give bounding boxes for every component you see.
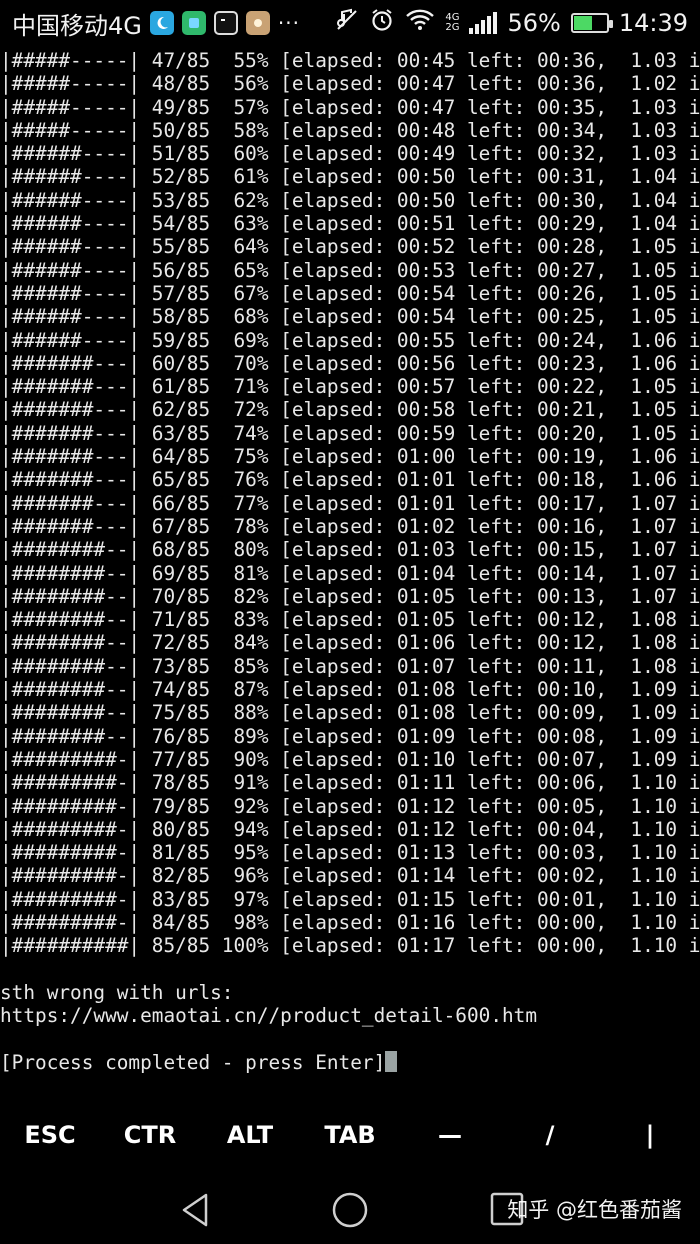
terminal-line: |######----| 57/85 67% [elapsed: 00:54 l… — [0, 281, 700, 305]
terminal-output[interactable]: |#####-----| 47/85 55% [elapsed: 00:45 l… — [0, 46, 700, 1096]
carrier-label: 中国移动4G — [12, 11, 142, 40]
terminal-line: |##########| 85/85 100% [elapsed: 01:17 … — [0, 934, 700, 958]
terminal-line: |######----| 55/85 64% [elapsed: 00:52 l… — [0, 235, 700, 259]
network-type: 4G 2G — [445, 13, 459, 33]
dash-key[interactable]: — — [400, 1096, 500, 1174]
terminal-line: |######----| 56/85 65% [elapsed: 00:53 l… — [0, 258, 700, 282]
terminal-line: |#######---| 62/85 72% [elapsed: 00:58 l… — [0, 398, 700, 422]
terminal-line: |########--| 74/85 87% [elapsed: 01:08 l… — [0, 678, 700, 702]
terminal-line: |#########-| 79/85 92% [elapsed: 01:12 l… — [0, 794, 700, 818]
moon-app-icon — [149, 11, 174, 35]
terminal-line: |######----| 59/85 69% [elapsed: 00:55 l… — [0, 328, 700, 352]
wifi-icon — [405, 8, 435, 38]
terminal-cursor — [385, 1050, 398, 1072]
status-right: 4G 2G 56% 14:39 — [335, 7, 688, 39]
terminal-line: |#####-----| 49/85 57% [elapsed: 00:47 l… — [0, 95, 700, 119]
terminal-line: |########--| 72/85 84% [elapsed: 01:06 l… — [0, 631, 700, 655]
terminal-prompt-line: [Process completed - press Enter] — [0, 1050, 700, 1074]
battery-percent: 56% — [507, 9, 561, 37]
more-notifications-indicator: ··· — [277, 11, 300, 35]
phone-screen: 中国移动4G ··· 4G 2G 56% 14:39 |#####-----| … — [0, 0, 700, 1244]
terminal-line: |########--| 73/85 85% [elapsed: 01:07 l… — [0, 654, 700, 678]
mute-icon — [335, 8, 359, 38]
terminal-line: https://www.emaotai.cn//product_detail-6… — [0, 1004, 538, 1028]
terminal-line: |######----| 52/85 61% [elapsed: 00:50 l… — [0, 165, 700, 189]
battery-level-fill — [573, 16, 592, 30]
battery-icon — [570, 13, 613, 33]
gallery-app-icon — [245, 11, 270, 35]
terminal-line: sth wrong with urls: — [0, 980, 234, 1004]
clock: 14:39 — [618, 9, 688, 37]
terminal-line: |#########-| 80/85 94% [elapsed: 01:12 l… — [0, 817, 700, 841]
slash-key[interactable]: / — [500, 1096, 600, 1174]
process-completed-prompt: [Process completed - press Enter] — [0, 1050, 386, 1074]
terminal-line: |#########-| 78/85 91% [elapsed: 01:11 l… — [0, 771, 700, 795]
ctrl-key[interactable]: CTR — [100, 1096, 200, 1174]
status-bar: 中国移动4G ··· 4G 2G 56% 14:39 — [0, 0, 700, 46]
status-left: 中国移动4G ··· — [12, 6, 300, 41]
terminal-line: |#####-----| 48/85 56% [elapsed: 00:47 l… — [0, 72, 700, 96]
terminal-line: |#########-| 77/85 90% [elapsed: 01:10 l… — [0, 747, 700, 771]
signal-icon — [469, 12, 498, 34]
alarm-icon — [369, 7, 395, 39]
watermark: 知乎 @红色番茄酱 — [507, 1198, 682, 1222]
terminal-line: |########--| 76/85 89% [elapsed: 01:09 l… — [0, 724, 700, 748]
network-type-bottom: 2G — [445, 22, 460, 33]
terminal-line: |#########-| 83/85 97% [elapsed: 01:15 l… — [0, 887, 700, 911]
terminal-line: |#######---| 66/85 77% [elapsed: 01:01 l… — [0, 491, 700, 515]
terminal-line: |########--| 75/85 88% [elapsed: 01:08 l… — [0, 701, 700, 725]
terminal-line: |########--| 70/85 82% [elapsed: 01:05 l… — [0, 584, 700, 608]
terminal-line: |######----| 51/85 60% [elapsed: 00:49 l… — [0, 142, 700, 166]
tab-key[interactable]: TAB — [300, 1096, 400, 1174]
terminal-line: |########--| 69/85 81% [elapsed: 01:04 l… — [0, 561, 700, 585]
green-app-icon — [181, 11, 206, 35]
terminal-line: |########--| 68/85 80% [elapsed: 01:03 l… — [0, 538, 700, 562]
terminal-line: |#########-| 81/85 95% [elapsed: 01:13 l… — [0, 841, 700, 865]
terminal-line: |######----| 58/85 68% [elapsed: 00:54 l… — [0, 305, 700, 329]
terminal-line: |#######---| 61/85 71% [elapsed: 00:57 l… — [0, 375, 700, 399]
extra-keys-bar: ESC CTR ALT TAB — / | — [0, 1096, 700, 1174]
terminal-line: |######----| 54/85 63% [elapsed: 00:51 l… — [0, 212, 700, 236]
terminal-line: |#########-| 82/85 96% [elapsed: 01:14 l… — [0, 864, 700, 888]
navigation-bar: 知乎 @红色番茄酱 — [0, 1174, 700, 1244]
alt-key[interactable]: ALT — [200, 1096, 300, 1174]
terminal-line: |#####-----| 50/85 58% [elapsed: 00:48 l… — [0, 118, 700, 142]
terminal-line: |#######---| 64/85 75% [elapsed: 01:00 l… — [0, 445, 700, 469]
terminal-line: |#######---| 65/85 76% [elapsed: 01:01 l… — [0, 468, 700, 492]
esc-key[interactable]: ESC — [0, 1096, 100, 1174]
back-icon[interactable] — [176, 1190, 216, 1230]
home-icon[interactable] — [330, 1190, 370, 1230]
terminal-line: |######----| 53/85 62% [elapsed: 00:50 l… — [0, 188, 700, 212]
terminal-app-icon — [213, 11, 238, 35]
pipe-key[interactable]: | — [600, 1096, 700, 1174]
terminal-line: |#########-| 84/85 98% [elapsed: 01:16 l… — [0, 910, 700, 934]
terminal-line: |#######---| 63/85 74% [elapsed: 00:59 l… — [0, 421, 700, 445]
terminal-line: |#######---| 60/85 70% [elapsed: 00:56 l… — [0, 351, 700, 375]
terminal-line: |########--| 71/85 83% [elapsed: 01:05 l… — [0, 608, 700, 632]
terminal-line: |#####-----| 47/85 55% [elapsed: 00:45 l… — [0, 49, 700, 72]
terminal-line: |#######---| 67/85 78% [elapsed: 01:02 l… — [0, 514, 700, 538]
